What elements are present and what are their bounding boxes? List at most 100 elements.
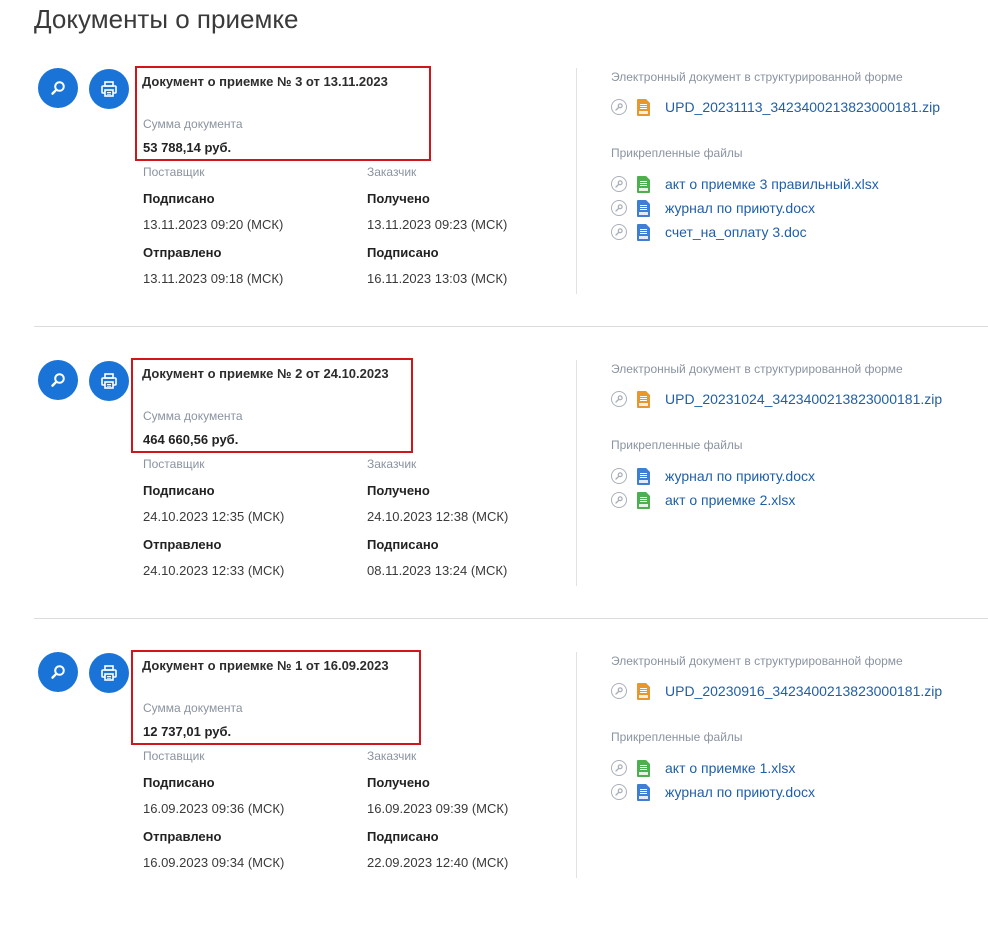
supplier-label: Поставщик xyxy=(143,749,205,763)
signature-icon[interactable] xyxy=(611,760,627,776)
attachment-row[interactable]: счет_на_оплату 3.doc xyxy=(611,223,807,241)
print-icon xyxy=(99,663,119,683)
attachment-row[interactable]: акт о приемке 2.xlsx xyxy=(611,491,795,509)
file-link[interactable]: журнал по приюту.docx xyxy=(665,200,815,216)
signature-icon[interactable] xyxy=(611,200,627,216)
page-title: Документы о приемке xyxy=(34,4,299,34)
customer-label: Заказчик xyxy=(367,165,417,179)
column-divider xyxy=(576,652,577,878)
file-link[interactable]: UPD_20230916_3423400213823000181.zip xyxy=(665,683,942,699)
customer-signed-label: Подписано xyxy=(367,829,439,844)
customer-received-date: 13.11.2023 09:23 (МСК) xyxy=(367,217,508,232)
file-link[interactable]: UPD_20231113_3423400213823000181.zip xyxy=(665,99,940,115)
supplier-sent-label: Отправлено xyxy=(143,537,222,552)
document-card: Документ о приемке № 1 от 16.09.2023 Сумм… xyxy=(0,644,988,936)
section-divider xyxy=(34,618,988,619)
supplier-signed-label: Подписано xyxy=(143,191,215,206)
attachment-row[interactable]: акт о приемке 1.xlsx xyxy=(611,759,795,777)
zip-file-icon xyxy=(637,98,650,116)
attachment-row[interactable]: журнал по приюту.docx xyxy=(611,467,815,485)
document-card: Документ о приемке № 3 от 13.11.2023 Сумм… xyxy=(0,60,988,352)
signature-icon[interactable] xyxy=(611,784,627,800)
column-divider xyxy=(576,68,577,294)
supplier-sent-label: Отправлено xyxy=(143,829,222,844)
sum-value: 464 660,56 руб. xyxy=(143,432,239,447)
customer-received-date: 24.10.2023 12:38 (МСК) xyxy=(367,509,509,524)
customer-label: Заказчик xyxy=(367,457,417,471)
search-icon xyxy=(49,79,67,97)
supplier-sent-date: 24.10.2023 12:33 (МСК) xyxy=(143,563,285,578)
document-title[interactable]: Документ о приемке № 1 от 16.09.2023 xyxy=(142,658,389,673)
supplier-signed-date: 24.10.2023 12:35 (МСК) xyxy=(143,509,285,524)
file-link[interactable]: счет_на_оплату 3.doc xyxy=(665,224,807,240)
attached-files-label: Прикрепленные файлы xyxy=(611,730,743,744)
customer-received-date: 16.09.2023 09:39 (МСК) xyxy=(367,801,509,816)
signature-icon[interactable] xyxy=(611,683,627,699)
document-title[interactable]: Документ о приемке № 2 от 24.10.2023 xyxy=(142,366,389,381)
print-document-button[interactable] xyxy=(89,69,129,109)
docx-file-icon xyxy=(637,783,650,801)
supplier-sent-label: Отправлено xyxy=(143,245,222,260)
supplier-label: Поставщик xyxy=(143,165,205,179)
customer-label: Заказчик xyxy=(367,749,417,763)
file-link[interactable]: журнал по приюту.docx xyxy=(665,468,815,484)
xlsx-file-icon xyxy=(637,175,650,193)
attachment-row[interactable]: журнал по приюту.docx xyxy=(611,783,815,801)
file-link[interactable]: акт о приемке 2.xlsx xyxy=(665,492,795,508)
e-doc-file-row[interactable]: UPD_20230916_3423400213823000181.zip xyxy=(611,682,942,700)
view-document-button[interactable] xyxy=(38,652,78,692)
view-document-button[interactable] xyxy=(38,68,78,108)
file-link[interactable]: журнал по приюту.docx xyxy=(665,784,815,800)
sum-label: Сумма документа xyxy=(143,117,243,131)
sum-label: Сумма документа xyxy=(143,409,243,423)
attached-files-label: Прикрепленные файлы xyxy=(611,146,743,160)
supplier-label: Поставщик xyxy=(143,457,205,471)
supplier-sent-date: 13.11.2023 09:18 (МСК) xyxy=(143,271,284,286)
customer-received-label: Получено xyxy=(367,483,430,498)
e-doc-file-row[interactable]: UPD_20231113_3423400213823000181.zip xyxy=(611,98,940,116)
customer-signed-date: 08.11.2023 13:24 (МСК) xyxy=(367,563,508,578)
zip-file-icon xyxy=(637,390,650,408)
signature-icon[interactable] xyxy=(611,99,627,115)
e-doc-file-row[interactable]: UPD_20231024_3423400213823000181.zip xyxy=(611,390,942,408)
customer-signed-label: Подписано xyxy=(367,537,439,552)
signature-icon[interactable] xyxy=(611,468,627,484)
docx-file-icon xyxy=(637,467,650,485)
customer-signed-date: 16.11.2023 13:03 (МСК) xyxy=(367,271,508,286)
search-icon xyxy=(49,663,67,681)
sum-value: 12 737,01 руб. xyxy=(143,724,232,739)
signature-icon[interactable] xyxy=(611,391,627,407)
file-link[interactable]: акт о приемке 1.xlsx xyxy=(665,760,795,776)
attached-files-label: Прикрепленные файлы xyxy=(611,438,743,452)
attachment-row[interactable]: журнал по приюту.docx xyxy=(611,199,815,217)
customer-received-label: Получено xyxy=(367,775,430,790)
xlsx-file-icon xyxy=(637,759,650,777)
file-link[interactable]: UPD_20231024_3423400213823000181.zip xyxy=(665,391,942,407)
e-doc-label: Электронный документ в структурированной… xyxy=(611,362,903,376)
sum-value: 53 788,14 руб. xyxy=(143,140,232,155)
file-link[interactable]: акт о приемке 3 правильный.xlsx xyxy=(665,176,879,192)
docx-file-icon xyxy=(637,199,650,217)
attachment-row[interactable]: акт о приемке 3 правильный.xlsx xyxy=(611,175,879,193)
supplier-signed-date: 16.09.2023 09:36 (МСК) xyxy=(143,801,285,816)
signature-icon[interactable] xyxy=(611,176,627,192)
column-divider xyxy=(576,360,577,586)
print-document-button[interactable] xyxy=(89,653,129,693)
supplier-signed-label: Подписано xyxy=(143,775,215,790)
sum-label: Сумма документа xyxy=(143,701,243,715)
document-title[interactable]: Документ о приемке № 3 от 13.11.2023 xyxy=(142,74,388,89)
customer-received-label: Получено xyxy=(367,191,430,206)
customer-signed-label: Подписано xyxy=(367,245,439,260)
search-icon xyxy=(49,371,67,389)
print-document-button[interactable] xyxy=(89,361,129,401)
zip-file-icon xyxy=(637,682,650,700)
supplier-signed-date: 13.11.2023 09:20 (МСК) xyxy=(143,217,284,232)
xlsx-file-icon xyxy=(637,491,650,509)
view-document-button[interactable] xyxy=(38,360,78,400)
supplier-sent-date: 16.09.2023 09:34 (МСК) xyxy=(143,855,285,870)
signature-icon[interactable] xyxy=(611,224,627,240)
section-divider xyxy=(34,326,988,327)
supplier-signed-label: Подписано xyxy=(143,483,215,498)
signature-icon[interactable] xyxy=(611,492,627,508)
e-doc-label: Электронный документ в структурированной… xyxy=(611,654,903,668)
